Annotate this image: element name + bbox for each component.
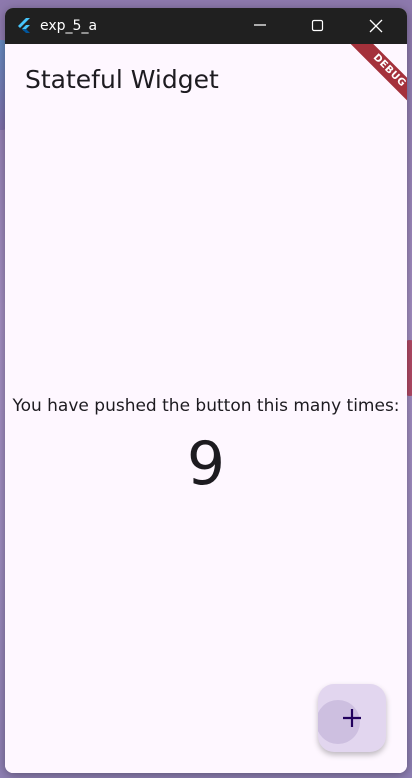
- maximize-button[interactable]: [289, 8, 347, 44]
- counter-label: You have pushed the button this many tim…: [12, 396, 400, 416]
- window-title: exp_5_a: [40, 18, 98, 34]
- app-window: exp_5_a Stateful Widget DEBUG You have p…: [5, 8, 407, 773]
- minimize-button[interactable]: [231, 8, 289, 44]
- app-body: Stateful Widget DEBUG You have pushed th…: [5, 44, 407, 773]
- minimize-icon: [254, 24, 266, 26]
- debug-banner-label: DEBUG: [349, 44, 407, 111]
- close-button[interactable]: [347, 8, 405, 44]
- maximize-icon: [311, 19, 324, 32]
- appbar-title: Stateful Widget: [25, 65, 219, 94]
- debug-banner: DEBUG: [327, 44, 407, 124]
- counter-value: 9: [186, 429, 226, 499]
- plus-icon: [343, 709, 361, 727]
- increment-fab-button[interactable]: [318, 684, 386, 752]
- flutter-logo-icon: [18, 18, 30, 33]
- window-titlebar[interactable]: exp_5_a: [5, 8, 407, 44]
- desktop-background: exp_5_a Stateful Widget DEBUG You have p…: [0, 0, 412, 778]
- close-icon: [369, 19, 383, 33]
